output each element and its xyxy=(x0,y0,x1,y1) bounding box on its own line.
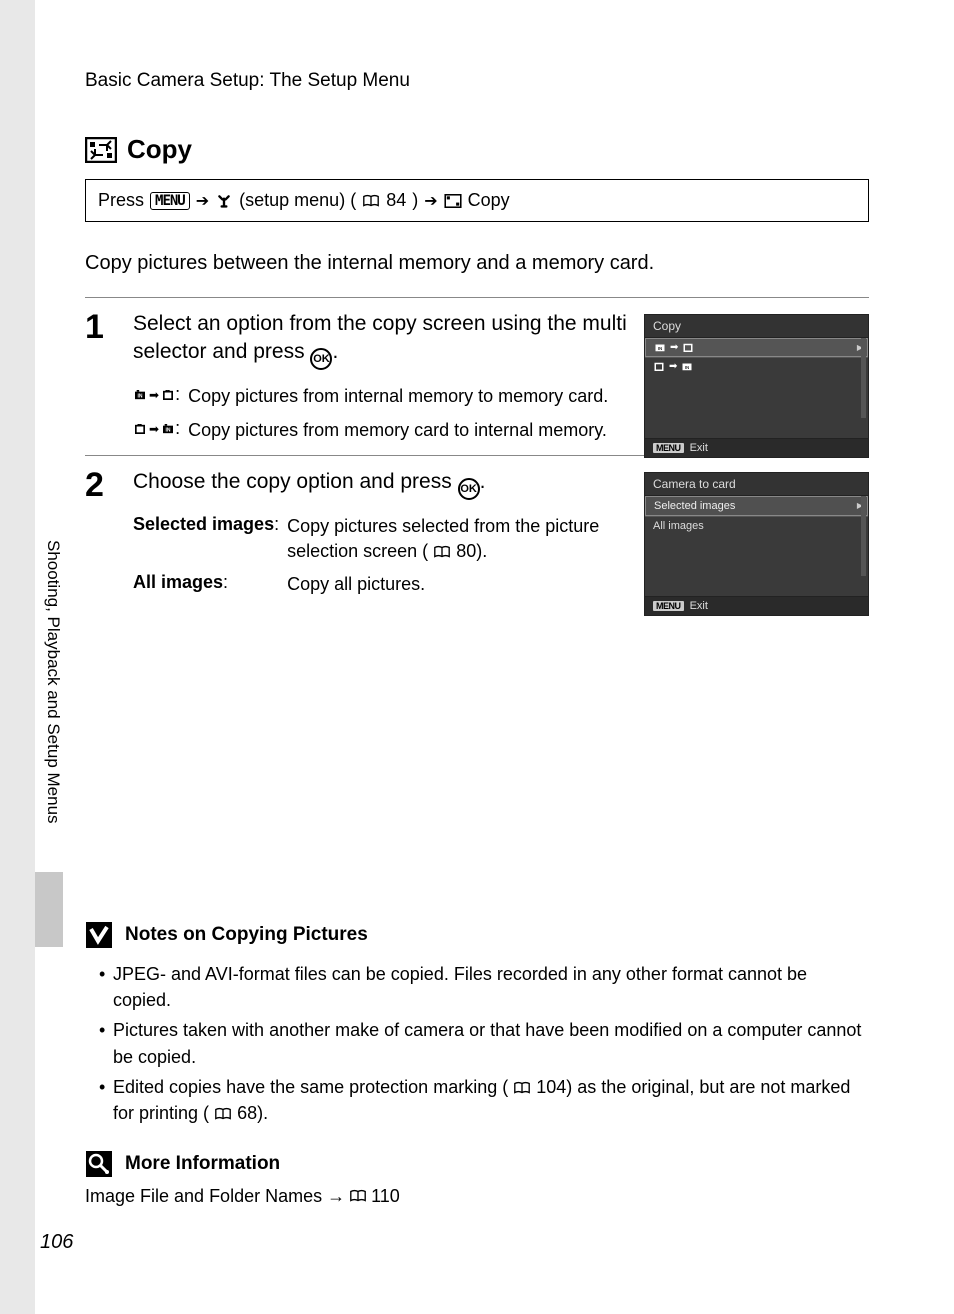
lcd-screenshot-copy: Copy IN ➡ ▶ ➡ IN MENU Exit xyxy=(644,314,869,458)
card-to-internal-icon: ➡ IN xyxy=(133,422,175,436)
lcd-scrollbar xyxy=(861,338,866,418)
page-number: 106 xyxy=(40,1231,73,1254)
setup-menu-label: (setup menu) ( xyxy=(239,190,356,211)
lcd-menu-btn: MENU xyxy=(653,601,684,611)
copy-section-icon xyxy=(85,137,117,163)
copy-small-icon xyxy=(444,194,462,208)
lcd-menu-btn: MENU xyxy=(653,443,684,453)
selected-images-desc: Copy pictures selected from the picture … xyxy=(287,510,629,568)
book-icon xyxy=(214,1107,232,1121)
setup-page-ref: 84 xyxy=(386,190,406,211)
note-item-1: JPEG- and AVI-format files can be copied… xyxy=(99,961,869,1013)
lcd1-row-selected: IN ➡ ▶ xyxy=(645,338,868,357)
side-tab xyxy=(35,872,63,947)
internal-to-card-icon: IN ➡ xyxy=(133,388,175,402)
intro-text: Copy pictures between the internal memor… xyxy=(85,252,869,275)
opt1-desc: Copy pictures from internal memory to me… xyxy=(188,380,608,413)
selected-images-label: Selected images xyxy=(133,514,274,534)
step-separator xyxy=(85,297,869,298)
breadcrumb-path: Press MENU ➔ (setup menu) ( 84 ) ➔ Copy xyxy=(85,179,869,222)
book-icon xyxy=(433,545,451,559)
left-gutter xyxy=(0,0,35,1314)
arrow-icon: ➔ xyxy=(424,191,437,211)
note-item-3: Edited copies have the same protection m… xyxy=(99,1074,869,1126)
lcd-scrollbar xyxy=(861,496,866,576)
menu-button-icon: MENU xyxy=(150,192,190,210)
lcd-screenshot-camera-to-card: Camera to card Selected images ▶ All ima… xyxy=(644,472,869,616)
page-title: Copy xyxy=(127,134,192,165)
note-item-2: Pictures taken with another make of came… xyxy=(99,1017,869,1069)
all-images-desc: Copy all pictures. xyxy=(287,568,629,601)
close-paren: ) xyxy=(412,190,418,211)
caution-icon xyxy=(85,921,113,949)
lcd2-row-selected: Selected images ▶ xyxy=(645,496,868,516)
step-1-number: 1 xyxy=(85,310,113,447)
lcd2-row-2: All images xyxy=(645,516,868,535)
arrow-icon: ➔ xyxy=(196,191,209,211)
lcd2-title: Camera to card xyxy=(645,473,868,496)
more-info-title: More Information xyxy=(125,1153,280,1175)
side-section-label: Shooting, Playback and Setup Menus xyxy=(43,540,63,824)
notes-title: Notes on Copying Pictures xyxy=(125,924,368,946)
lcd2-footer: MENU Exit xyxy=(645,596,868,615)
svg-text:IN: IN xyxy=(138,394,143,400)
lcd1-footer: MENU Exit xyxy=(645,438,868,457)
ok-button-icon: OK xyxy=(458,478,480,500)
step-2-lead: Choose the copy option and press OK. xyxy=(133,468,629,500)
svg-text:IN: IN xyxy=(658,346,663,351)
step-1-lead: Select an option from the copy screen us… xyxy=(133,310,629,370)
all-images-label: All images xyxy=(133,572,223,592)
book-icon xyxy=(349,1189,367,1203)
svg-text:IN: IN xyxy=(685,365,690,370)
book-icon xyxy=(513,1081,531,1095)
more-info-line: Image File and Folder Names → 110 xyxy=(85,1186,869,1207)
lcd1-row-2: ➡ IN xyxy=(645,357,868,375)
svg-text:IN: IN xyxy=(166,427,171,433)
more-info-icon xyxy=(85,1150,113,1178)
book-icon xyxy=(362,194,380,208)
ok-button-icon: OK xyxy=(310,348,332,370)
step-2-number: 2 xyxy=(85,468,113,602)
lcd1-title: Copy xyxy=(645,315,868,338)
wrench-icon xyxy=(215,194,233,208)
copy-label: Copy xyxy=(468,190,510,211)
opt2-desc: Copy pictures from memory card to intern… xyxy=(188,414,608,447)
page-header: Basic Camera Setup: The Setup Menu xyxy=(85,70,869,92)
press-label: Press xyxy=(98,190,144,211)
